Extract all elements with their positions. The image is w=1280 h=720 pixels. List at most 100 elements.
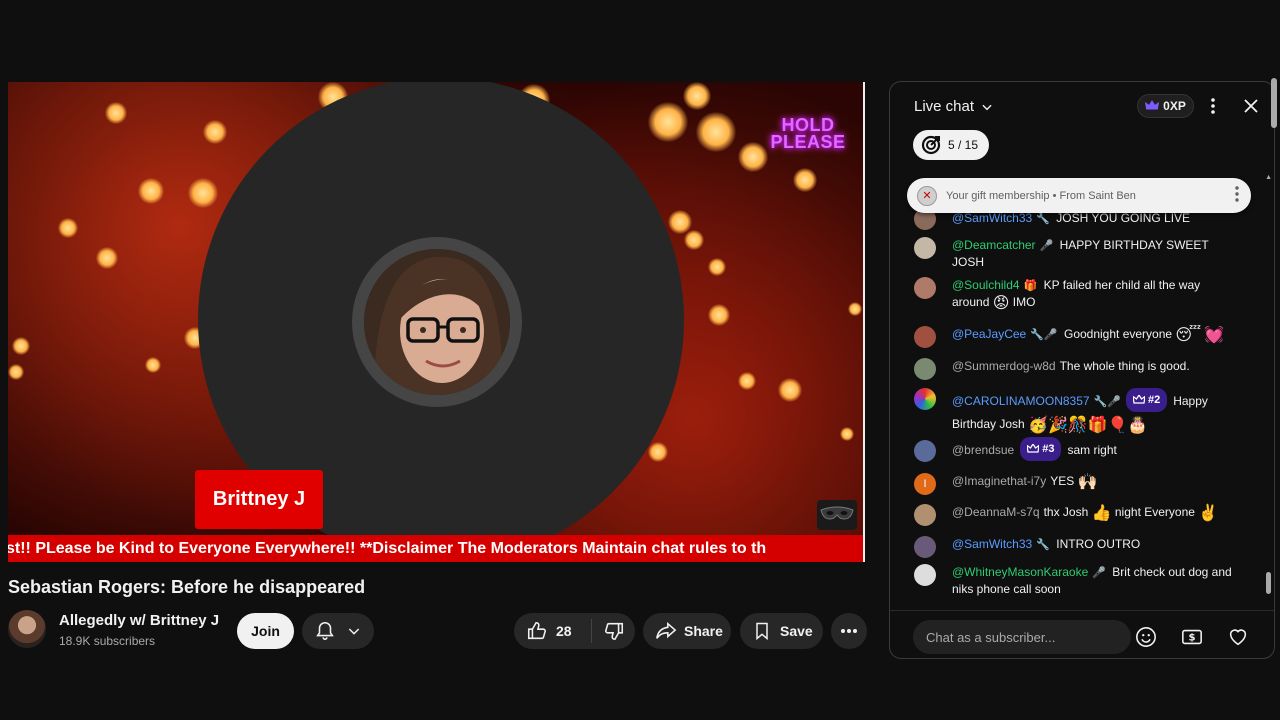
chat-title: Live chat — [914, 98, 975, 115]
chat-author[interactable]: @CAROLINAMOON8357 — [952, 394, 1090, 408]
gift-sender-avatar: ✕ — [917, 185, 937, 206]
bokeh-light — [684, 230, 704, 250]
leaderboard-rank-badge: #3 — [1020, 437, 1062, 461]
bookmark-icon — [756, 622, 768, 641]
share-button[interactable]: Share — [643, 613, 731, 649]
like-dislike-group: 28 — [514, 613, 635, 649]
chat-message: I @Imaginethat-i7y YES 🙌🏻 — [914, 473, 1234, 495]
chat-author[interactable]: @DeannaM-s7q — [952, 505, 1040, 519]
chat-author[interactable]: @brendsue — [952, 443, 1014, 457]
wrench-icon: 🔧 — [1036, 539, 1050, 551]
chat-text-after: night Everyone — [1114, 505, 1195, 519]
more-vertical-icon[interactable] — [1235, 186, 1239, 202]
gift-membership-banner[interactable]: ✕ Your gift membership • From Saint Ben — [907, 178, 1251, 213]
member-badge-icon: 🎤 — [1092, 567, 1106, 579]
dislike-button[interactable] — [592, 620, 635, 642]
smiley-icon — [1136, 627, 1156, 647]
crown-icon — [1027, 444, 1040, 453]
bokeh-light — [696, 112, 736, 152]
dollar-bill-icon: $ — [1182, 629, 1202, 645]
chevron-down-icon — [982, 104, 992, 110]
more-actions-button[interactable] — [831, 613, 867, 649]
chat-text: JOSH YOU GOING LIVE — [1056, 211, 1191, 225]
bokeh-light — [58, 218, 78, 238]
chat-author[interactable]: @Deamcatcher — [952, 238, 1036, 252]
chat-author[interactable]: @Summerdog-w8d — [952, 359, 1056, 373]
leaderboard-rank-badge: #2 — [1125, 388, 1168, 412]
chat-message-list[interactable]: @SamWitch33 🔧 JOSH YOU GOING LIVE @Deamca… — [890, 206, 1274, 602]
chat-text: thx Josh — [1043, 505, 1089, 519]
emoji-button[interactable] — [1133, 624, 1159, 650]
chat-author[interactable]: @Imaginethat-i7y — [952, 474, 1046, 488]
chat-author[interactable]: @WhitneyMasonKaraoke — [952, 565, 1088, 579]
page-scrollbar[interactable] — [1268, 66, 1280, 656]
user-avatar-initial: I — [914, 473, 936, 495]
speaker-portrait-icon — [364, 249, 510, 395]
chat-author[interactable]: @SamWitch33 — [952, 537, 1032, 551]
bokeh-light — [12, 337, 30, 355]
bell-icon — [316, 621, 334, 641]
chat-text-after: IMO — [1012, 295, 1036, 309]
crown-icon — [1132, 395, 1145, 404]
bokeh-light — [145, 357, 161, 373]
close-icon — [1244, 99, 1258, 113]
victory-hand-emoji: ✌️ — [1198, 505, 1219, 522]
chat-author[interactable]: @PeaJayCee — [952, 327, 1026, 341]
user-avatar — [914, 277, 936, 299]
celebration-emojis: 🥳🎉🎊🎁🎈🎂 — [1028, 417, 1148, 434]
page-scrollbar-thumb[interactable] — [1271, 78, 1277, 128]
chat-text: YES — [1050, 474, 1075, 488]
live-chat-panel: Live chat 0XP 5 / 15 ✕ Your gift members… — [889, 81, 1275, 659]
thumbs-up-emoji: 👍 — [1091, 505, 1112, 522]
join-button[interactable]: Join — [237, 613, 294, 649]
user-avatar — [914, 237, 936, 259]
bokeh-light — [840, 427, 854, 441]
like-button[interactable]: 28 — [514, 619, 592, 643]
chat-message: @DeannaM-s7q thx Josh 👍 night Everyone ✌️ — [914, 504, 1234, 526]
video-title: Sebastian Rogers: Before he disappeared — [8, 577, 366, 597]
target-icon — [921, 135, 941, 155]
thumbs-down-icon — [604, 622, 623, 641]
chat-message: @brendsue #3 sam right — [914, 437, 1234, 462]
bokeh-light — [203, 120, 227, 144]
more-vertical-icon — [1211, 98, 1215, 114]
chat-goal-progress[interactable]: 5 / 15 — [913, 130, 989, 160]
wrench-icon: 🔧🎤 — [1030, 329, 1058, 341]
save-button[interactable]: Save — [740, 613, 823, 649]
chat-text: The whole thing is good. — [1059, 359, 1190, 373]
close-chat-button[interactable] — [1239, 94, 1263, 118]
channel-avatar[interactable] — [8, 610, 46, 648]
bokeh-light — [793, 168, 817, 192]
chat-input[interactable] — [913, 620, 1131, 654]
xp-chip[interactable]: 0XP — [1137, 94, 1194, 118]
chat-message: @Summerdog-w8d The whole thing is good. — [914, 358, 1234, 380]
bokeh-light — [96, 247, 118, 269]
chat-message: @WhitneyMasonKaraoke 🎤 Brit check out dog… — [914, 564, 1234, 597]
video-player[interactable]: HOLD PLEASE Brittney J st!! PLease be Ki… — [8, 82, 865, 562]
super-chat-button[interactable]: $ — [1179, 624, 1205, 650]
chat-more-button[interactable] — [1201, 94, 1225, 118]
wrench-icon: 🔧 — [1036, 213, 1050, 225]
chat-mode-dropdown[interactable]: Live chat — [914, 98, 994, 115]
channel-name[interactable]: Allegedly w/ Brittney J — [59, 612, 219, 629]
mask-logo-icon — [817, 500, 857, 530]
bokeh-light — [648, 442, 668, 462]
share-label: Share — [684, 623, 723, 639]
user-avatar — [914, 564, 936, 586]
chat-author[interactable]: @Soulchild4 — [952, 278, 1020, 292]
bokeh-light — [138, 178, 164, 204]
user-avatar — [914, 388, 936, 410]
heart-reaction-button[interactable] — [1225, 624, 1251, 650]
notification-bell-button[interactable] — [302, 613, 374, 649]
sleepy-face-emoji: 😴 — [1175, 327, 1202, 344]
user-avatar — [914, 440, 936, 462]
bokeh-light — [738, 372, 756, 390]
user-avatar — [914, 536, 936, 558]
bokeh-light — [848, 302, 862, 316]
heart-emoji: 💓 — [1204, 327, 1225, 344]
chat-message: @PeaJayCee 🔧🎤 Goodnight everyone 😴 💓 — [914, 326, 1234, 348]
angry-face-emoji: 😡 — [992, 295, 1010, 312]
bokeh-light — [188, 178, 218, 208]
news-ticker: st!! PLease be Kind to Everyone Everywhe… — [8, 535, 865, 562]
chat-author[interactable]: @SamWitch33 — [952, 211, 1032, 225]
